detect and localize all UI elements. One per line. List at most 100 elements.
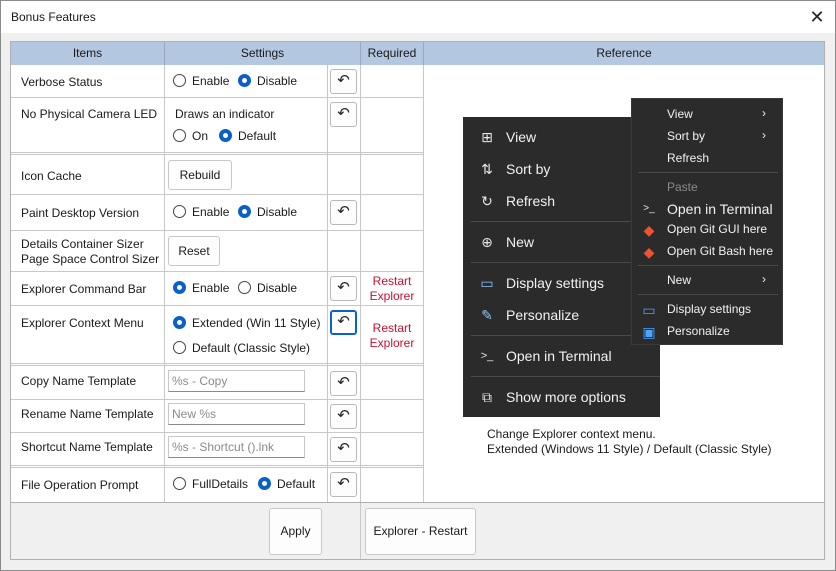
rename-name-label: Rename Name Template xyxy=(21,407,154,421)
menu-separator xyxy=(638,265,778,266)
shortcut-name-field[interactable]: %s - Shortcut ().lnk xyxy=(168,436,305,458)
classic-context-menu: View › Sort by › Refresh Paste >_ Open i… xyxy=(631,98,783,345)
ctx-default-radio[interactable]: Default (Classic Style) xyxy=(173,341,310,355)
radio-label: Default xyxy=(238,129,277,143)
chevron-right-icon: › xyxy=(762,128,766,142)
radio-label: Default xyxy=(277,477,316,491)
page-space-sizer-label: Page Space Control Sizer xyxy=(21,252,160,266)
explorer-text: Explorer xyxy=(369,336,415,350)
chevron-right-icon: › xyxy=(762,106,766,120)
classic-item-new: New xyxy=(667,273,692,287)
radio-off xyxy=(173,205,186,219)
radio-label: Enable xyxy=(192,281,230,295)
radio-on xyxy=(173,316,186,330)
display-icon: ▭ xyxy=(480,275,494,291)
radio-label: FullDetails xyxy=(192,477,249,491)
rename-name-undo-icon[interactable]: ↶ xyxy=(330,404,357,429)
cmdbar-undo-icon[interactable]: ↶ xyxy=(330,276,357,301)
radio-label: Extended (Win 11 Style) xyxy=(192,316,321,330)
verbose-disable-radio[interactable]: Disable xyxy=(238,74,297,88)
paint-disable-radio[interactable]: Disable xyxy=(238,205,297,219)
copy-name-field[interactable]: %s - Copy xyxy=(168,370,305,392)
group-divider xyxy=(11,465,424,468)
explorer-restart-button[interactable]: Explorer - Restart xyxy=(365,508,476,555)
menu-separator xyxy=(638,294,778,295)
camera-default-radio[interactable]: Default xyxy=(219,129,276,143)
header-reference: Reference xyxy=(424,42,824,65)
radio-on xyxy=(238,205,251,219)
external-icon: ⧉ xyxy=(482,389,492,405)
radio-off xyxy=(173,341,186,355)
camera-led-label: No Physical Camera LED xyxy=(21,107,158,121)
classic-item-git-gui: Open Git GUI here xyxy=(667,222,768,236)
fileop-undo-icon[interactable]: ↶ xyxy=(330,472,357,497)
classic-item-sort-by: Sort by xyxy=(667,129,706,143)
cmdbar-enable-radio[interactable]: Enable xyxy=(173,281,229,295)
verbose-undo-icon[interactable]: ↶ xyxy=(330,69,357,94)
rename-name-field[interactable]: New %s xyxy=(168,403,305,425)
menu-item-personalize: Personalize xyxy=(506,307,580,323)
terminal-icon: >_ xyxy=(480,350,494,362)
reference-caption-line1: Change Explorer context menu. xyxy=(487,427,656,441)
radio-label: Default (Classic Style) xyxy=(192,341,311,355)
camera-undo-icon[interactable]: ↶ xyxy=(330,102,357,127)
reset-button[interactable]: Reset xyxy=(168,236,220,266)
menu-item-new: New xyxy=(506,234,535,250)
file-op-prompt-label: File Operation Prompt xyxy=(21,478,139,492)
rebuild-button[interactable]: Rebuild xyxy=(168,160,232,190)
fileop-fulldetails-radio[interactable]: FullDetails xyxy=(173,477,248,491)
copy-name-undo-icon[interactable]: ↶ xyxy=(330,371,357,396)
group-divider xyxy=(11,363,424,366)
reference-caption: Change Explorer context menu. Extended (… xyxy=(487,427,772,457)
close-icon[interactable]: ✕ xyxy=(803,3,831,31)
copy-name-label: Copy Name Template xyxy=(21,374,137,388)
restart-text: Restart xyxy=(372,321,412,335)
classic-item-paste: Paste xyxy=(667,180,698,194)
radio-off xyxy=(173,74,186,88)
paint-enable-radio[interactable]: Enable xyxy=(173,205,229,219)
verbose-enable-radio[interactable]: Enable xyxy=(173,74,229,88)
window-title: Bonus Features xyxy=(11,10,96,24)
verbose-status-label: Verbose Status xyxy=(21,75,103,89)
title-bar: Bonus Features ✕ xyxy=(1,1,835,33)
apply-button[interactable]: Apply xyxy=(269,508,322,555)
classic-item-view: View xyxy=(667,107,693,121)
menu-item-display-settings: Display settings xyxy=(506,275,605,291)
radio-on xyxy=(258,477,271,491)
paint-desktop-label: Paint Desktop Version xyxy=(21,206,140,220)
menu-item-show-more: Show more options xyxy=(506,389,626,405)
sort-icon: ⇅ xyxy=(481,161,493,177)
row-divider xyxy=(11,305,424,306)
radio-on xyxy=(173,281,186,295)
column-divider xyxy=(327,65,328,502)
shortcut-name-undo-icon[interactable]: ↶ xyxy=(330,437,357,462)
fileop-default-radio[interactable]: Default xyxy=(258,477,315,491)
git-gui-icon: ◆ xyxy=(643,222,655,238)
row-divider xyxy=(11,194,424,195)
cmdbar-disable-radio[interactable]: Disable xyxy=(238,281,297,295)
header-required: Required xyxy=(361,42,424,65)
radio-label: Enable xyxy=(192,205,230,219)
classic-item-display-settings: Display settings xyxy=(667,302,752,316)
cmdbar-required-restart: Restart Explorer xyxy=(361,274,423,304)
classic-item-open-terminal: Open in Terminal xyxy=(667,201,773,217)
radio-off xyxy=(238,281,251,295)
menu-item-open-terminal: Open in Terminal xyxy=(506,348,612,364)
column-divider xyxy=(164,65,165,502)
classic-item-refresh: Refresh xyxy=(667,151,710,165)
ctx-extended-radio[interactable]: Extended (Win 11 Style) xyxy=(173,316,321,330)
terminal-icon: >_ xyxy=(643,203,655,214)
menu-item-view: View xyxy=(506,129,537,145)
command-bar-label: Explorer Command Bar xyxy=(21,282,147,296)
radio-label: Disable xyxy=(257,281,298,295)
menu-separator xyxy=(638,172,778,173)
bonus-features-window: Bonus Features ✕ Items Settings Required… xyxy=(0,0,836,571)
context-menu-label: Explorer Context Menu xyxy=(21,316,144,330)
camera-on-radio[interactable]: On xyxy=(173,129,208,143)
ctx-undo-icon[interactable]: ↶ xyxy=(330,310,357,335)
menu-separator xyxy=(471,376,660,377)
reference-caption-line2: Extended (Windows 11 Style) / Default (C… xyxy=(487,442,772,456)
git-bash-icon: ◆ xyxy=(643,244,655,260)
radio-label: Enable xyxy=(192,74,230,88)
paint-undo-icon[interactable]: ↶ xyxy=(330,200,357,225)
